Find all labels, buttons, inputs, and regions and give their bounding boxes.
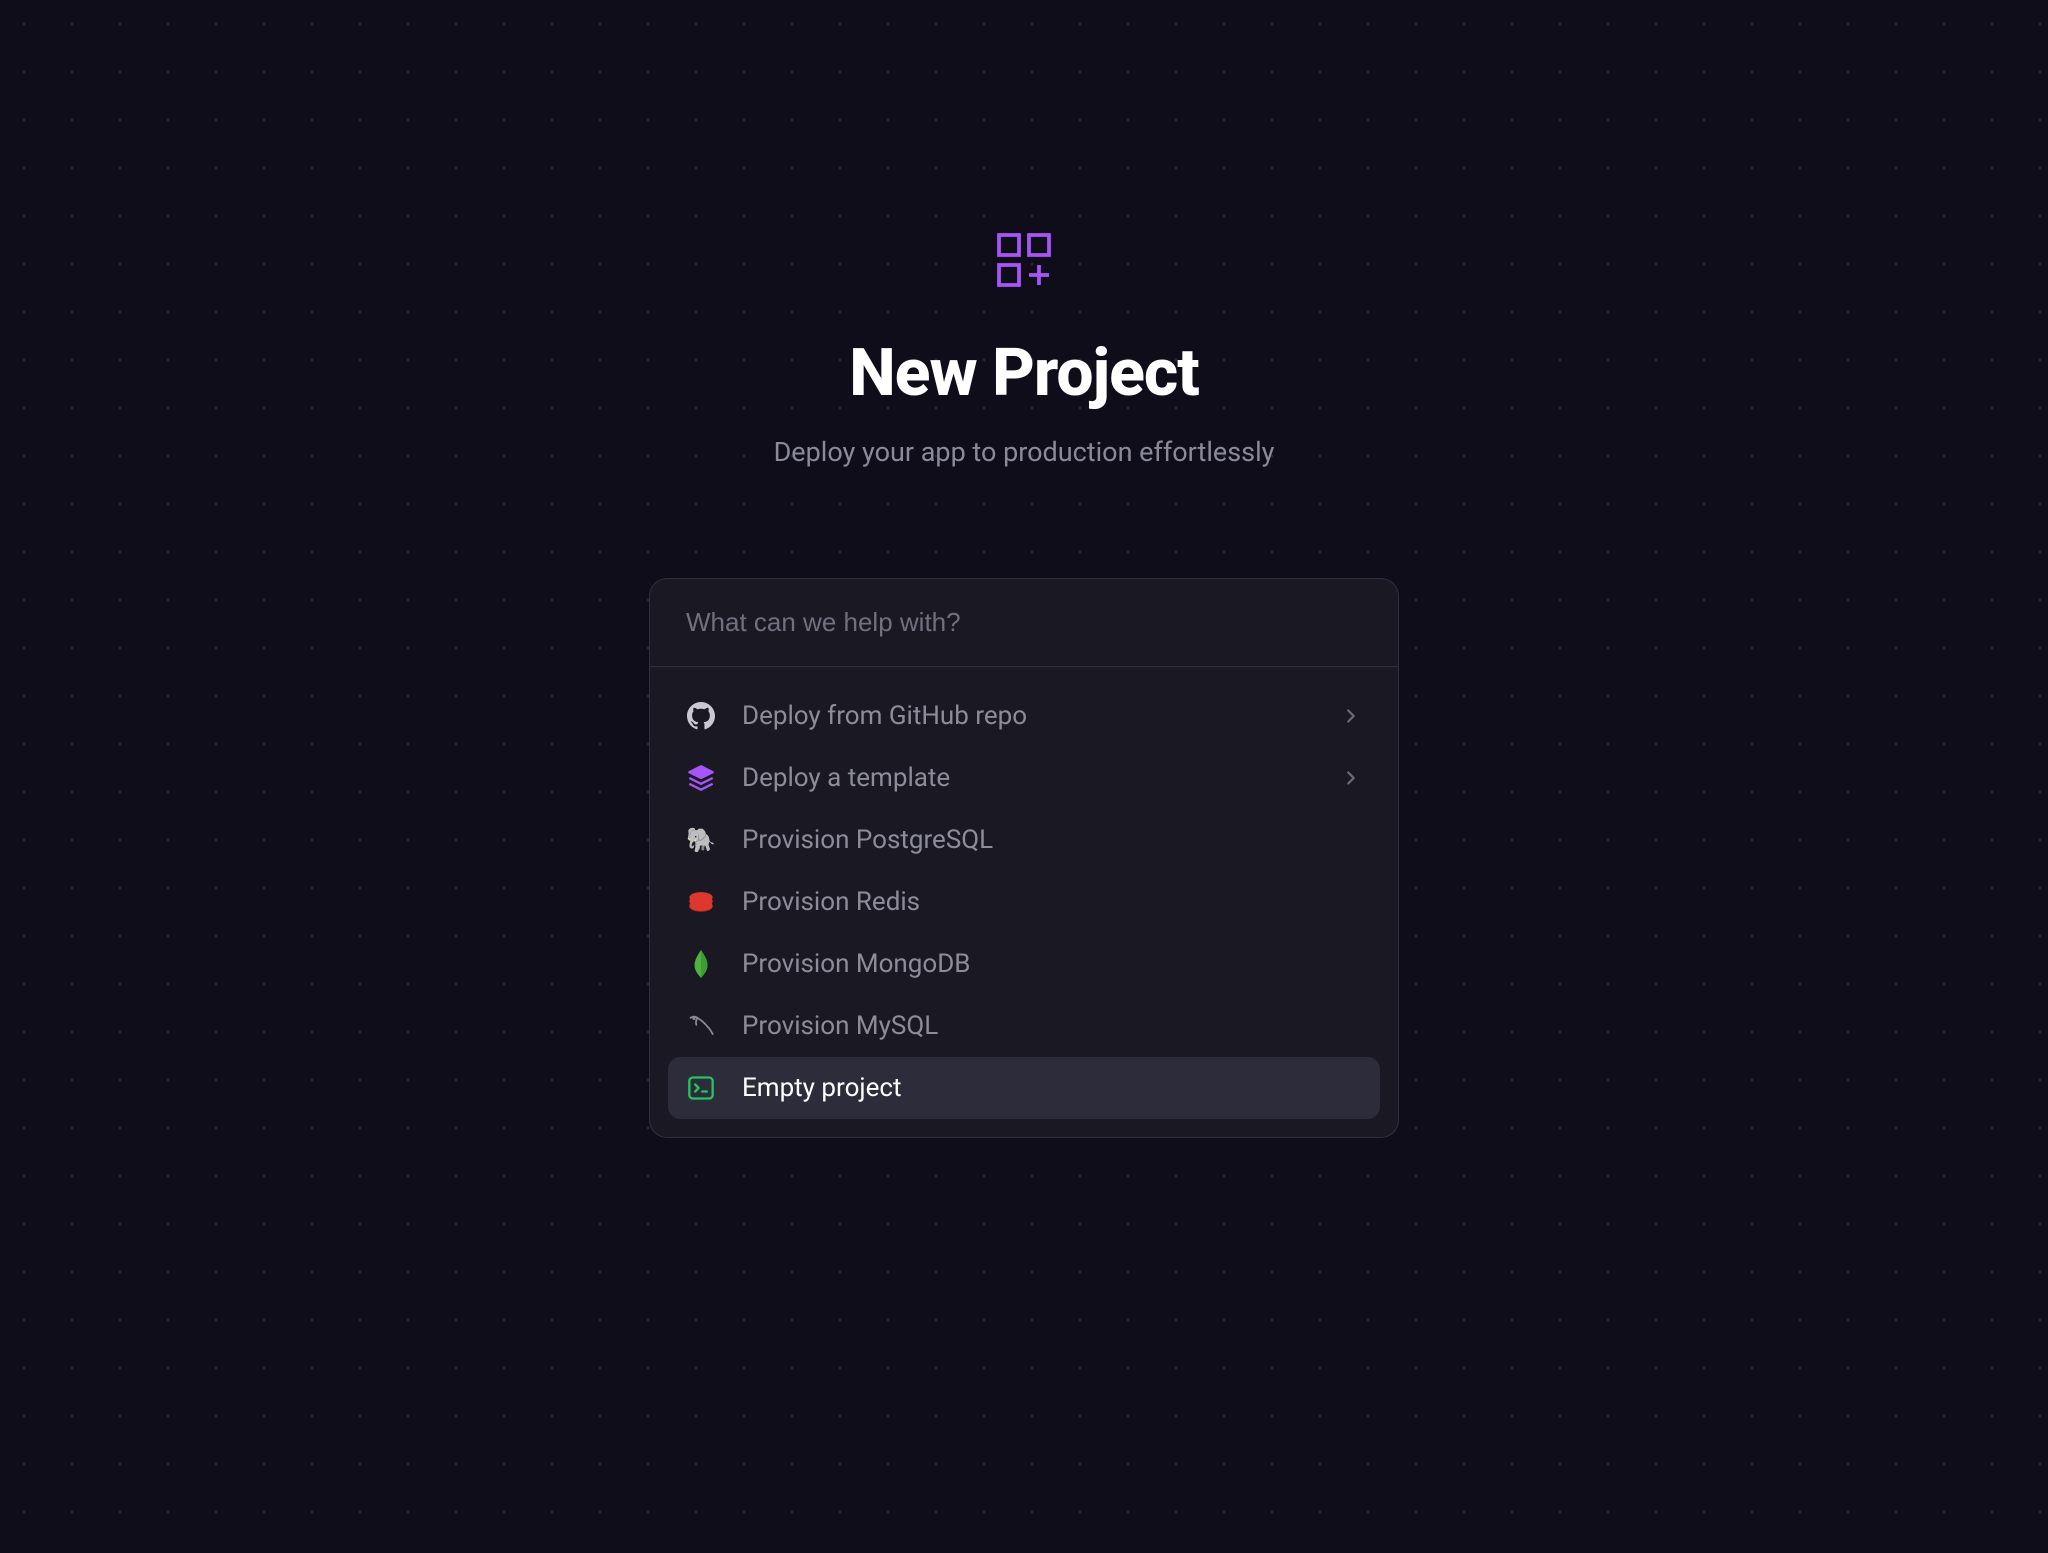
chevron-right-icon	[1340, 767, 1362, 789]
option-deploy-github[interactable]: Deploy from GitHub repo	[668, 685, 1380, 747]
redis-icon	[686, 887, 716, 917]
option-label: Provision Redis	[742, 887, 1362, 917]
dolphin-icon	[686, 1011, 716, 1041]
command-palette: Deploy from GitHub repo Deploy a templat…	[649, 578, 1399, 1138]
page-title: New Project	[849, 335, 1199, 412]
stack-icon	[686, 763, 716, 793]
option-label: Deploy a template	[742, 763, 1314, 793]
grid-plus-icon	[994, 230, 1054, 290]
option-label: Empty project	[742, 1073, 1362, 1103]
page-subtitle: Deploy your app to production effortless…	[774, 436, 1275, 468]
option-label: Provision PostgreSQL	[742, 825, 1362, 855]
search-input[interactable]	[650, 579, 1398, 666]
chevron-right-icon	[1340, 705, 1362, 727]
option-deploy-template[interactable]: Deploy a template	[668, 747, 1380, 809]
terminal-icon	[686, 1073, 716, 1103]
search-wrap	[650, 579, 1398, 667]
github-icon	[686, 701, 716, 731]
option-provision-postgres[interactable]: 🐘 Provision PostgreSQL	[668, 809, 1380, 871]
option-provision-redis[interactable]: Provision Redis	[668, 871, 1380, 933]
option-empty-project[interactable]: Empty project	[668, 1057, 1380, 1119]
options-list: Deploy from GitHub repo Deploy a templat…	[650, 667, 1398, 1137]
header-section: New Project Deploy your app to productio…	[774, 230, 1275, 468]
option-provision-mysql[interactable]: Provision MySQL	[668, 995, 1380, 1057]
option-label: Provision MongoDB	[742, 949, 1362, 979]
elephant-icon: 🐘	[686, 825, 716, 855]
option-provision-mongo[interactable]: Provision MongoDB	[668, 933, 1380, 995]
option-label: Deploy from GitHub repo	[742, 701, 1314, 731]
option-label: Provision MySQL	[742, 1011, 1362, 1041]
mongo-leaf-icon	[686, 949, 716, 979]
